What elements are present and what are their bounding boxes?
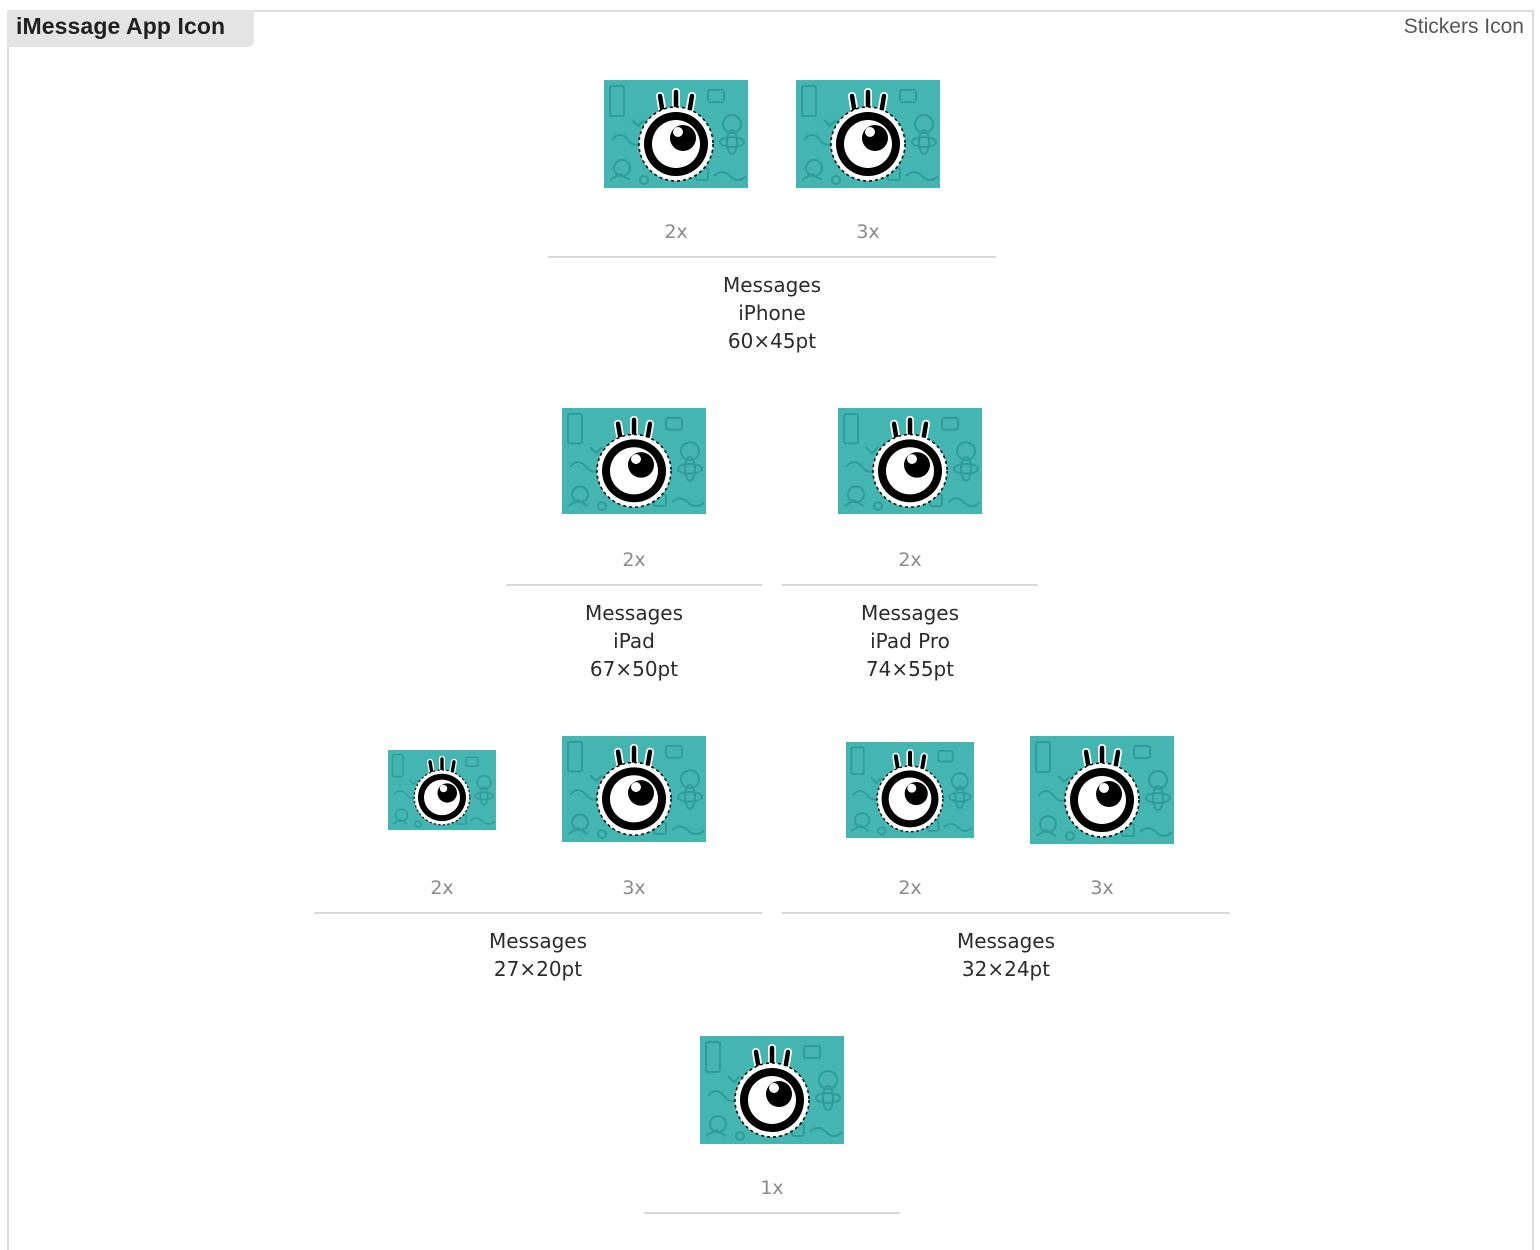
scale-label: 3x (622, 877, 646, 899)
eyeball-with-lashes-icon (846, 742, 974, 838)
eyeball-with-lashes-icon (838, 408, 982, 514)
group-label-line: Messages (488, 929, 588, 953)
icon-well-2x[interactable] (846, 742, 974, 838)
scale-label: 2x (664, 221, 688, 243)
group-label-line: 60×45pt (727, 329, 817, 353)
group-divider (782, 584, 1038, 586)
icon-well-2x[interactable] (838, 408, 982, 514)
eyeball-with-lashes-icon (796, 80, 940, 188)
eyeball-with-lashes-icon (388, 750, 496, 830)
icon-well-1x[interactable] (700, 1036, 844, 1144)
scale-label: 3x (856, 221, 880, 243)
scale-label: 2x (898, 549, 922, 571)
group-label-line: 32×24pt (961, 957, 1051, 981)
group-divider (548, 256, 996, 258)
icon-group-label: Messages iPad 67×50pt (484, 599, 784, 683)
scale-label: 2x (622, 549, 646, 571)
icon-well-3x[interactable] (562, 736, 706, 842)
stickers-icon-link[interactable]: Stickers Icon (1404, 15, 1524, 39)
page-title: iMessage App Icon (16, 13, 226, 39)
scale-label: 2x (898, 877, 922, 899)
group-label-line: Messages (584, 601, 684, 625)
scale-label: 3x (1090, 877, 1114, 899)
group-label-line: Messages (860, 601, 960, 625)
icon-well-2x[interactable] (562, 408, 706, 514)
scale-label: 1x (760, 1177, 784, 1199)
scale-label: 2x (430, 877, 454, 899)
group-divider (506, 584, 762, 586)
group-label-line: 27×20pt (493, 957, 583, 981)
icon-group-label: Messages 32×24pt (856, 927, 1156, 983)
icon-group-label: Messages iPad Pro 74×55pt (760, 599, 1060, 683)
eyeball-with-lashes-icon (1030, 736, 1174, 844)
icon-group-label: Messages 27×20pt (388, 927, 688, 983)
eyeball-with-lashes-icon (604, 80, 748, 188)
group-label-line: Messages (722, 273, 822, 297)
group-label-line: Messages (956, 929, 1056, 953)
group-label-line: 74×55pt (865, 657, 955, 681)
group-label-line: iPhone (738, 301, 806, 325)
group-label-line: 67×50pt (589, 657, 679, 681)
eyeball-with-lashes-icon (562, 736, 706, 842)
group-divider (314, 912, 762, 914)
icon-well-2x[interactable] (388, 750, 496, 830)
icon-well-2x[interactable] (604, 80, 748, 188)
group-label-line: iPad (613, 629, 655, 653)
icon-group-label: Messages iPhone 60×45pt (622, 271, 922, 355)
eyeball-with-lashes-icon (700, 1036, 844, 1144)
group-divider (782, 912, 1230, 914)
icon-well-3x[interactable] (1030, 736, 1174, 844)
icon-well-3x[interactable] (796, 80, 940, 188)
group-label-line: iPad Pro (870, 629, 950, 653)
eyeball-with-lashes-icon (562, 408, 706, 514)
group-divider (644, 1212, 900, 1214)
